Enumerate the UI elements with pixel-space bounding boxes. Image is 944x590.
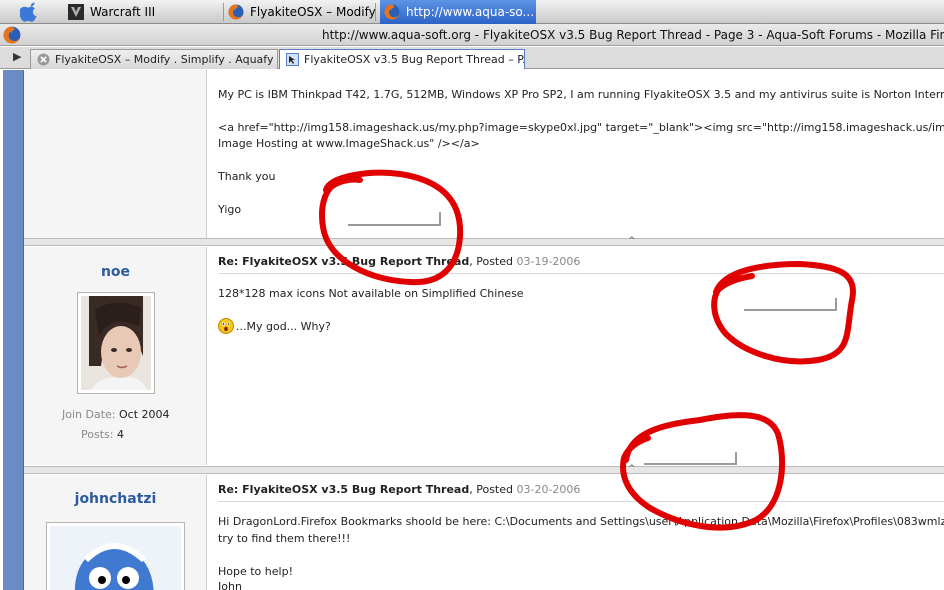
post-title-divider	[218, 501, 944, 502]
taskbar-item-flyakite[interactable]: FlyakiteOSX – Modify...	[224, 0, 376, 24]
user-panel: johnchatzi	[24, 475, 207, 590]
post-text-smiley-line: ...My god... Why?	[218, 318, 331, 334]
post-title-link[interactable]: Re: FlyakiteOSX v3.5 Bug Report Thread	[218, 483, 469, 496]
post-body: Re: FlyakiteOSX v3.5 Bug Report Thread, …	[218, 247, 944, 465]
tab-flyakite[interactable]: FlyakiteOSX – Modify . Simplify . Aquafy…	[30, 49, 278, 69]
post-text: Yigo	[218, 203, 242, 216]
join-date: Join Date: Oct 2004	[62, 408, 170, 421]
aquasoft-favicon-icon	[286, 53, 299, 66]
firefox-icon	[228, 4, 244, 20]
post-divider: ^	[24, 236, 944, 246]
warcraft-icon	[68, 4, 84, 20]
post-title-link[interactable]: Re: FlyakiteOSX v3.5 Bug Report Thread	[218, 255, 469, 268]
close-tab-icon[interactable]	[37, 53, 50, 66]
scroll-top-icon[interactable]: ^	[628, 464, 636, 474]
post-divider: ^	[24, 464, 944, 474]
taskbar-item-label: FlyakiteOSX – Modify...	[250, 5, 376, 19]
shocked-smiley-icon	[218, 318, 234, 334]
post-text: Hope to help!	[218, 565, 293, 578]
forum-post: My PC is IBM Thinkpad T42, 1.7G, 512MB, …	[24, 70, 944, 238]
window-title: http://www.aqua-soft.org - FlyakiteOSX v…	[322, 28, 944, 42]
os-taskbar: Warcraft III FlyakiteOSX – Modify... htt…	[0, 0, 944, 24]
tab-bug-report[interactable]: FlyakiteOSX v3.5 Bug Report Thread – P..…	[279, 49, 525, 69]
firefox-icon[interactable]	[3, 26, 21, 44]
post-body: My PC is IBM Thinkpad T42, 1.7G, 512MB, …	[218, 70, 944, 238]
forum-post: noe Join Date: Oct 2004 Posts: 4 Re: Fly…	[24, 247, 944, 465]
post-title-divider	[218, 273, 944, 274]
taskbar-item-aquasoft[interactable]: http://www.aqua-so...	[380, 0, 536, 24]
taskbar-item-label: Warcraft III	[90, 5, 156, 19]
tab-label: FlyakiteOSX v3.5 Bug Report Thread – P..…	[304, 53, 525, 66]
taskbar-item-label: http://www.aqua-so...	[406, 5, 535, 19]
post-text: Image Hosting at www.ImageShack.us" /></…	[218, 137, 480, 150]
post-text: Thank you	[218, 170, 276, 183]
post-text: Hi DragonLord.Firefox Bookmarks shoold b…	[218, 515, 944, 528]
apple-icon[interactable]	[20, 2, 40, 22]
page-content: My PC is IBM Thinkpad T42, 1.7G, 512MB, …	[0, 70, 944, 590]
window-titlebar: http://www.aqua-soft.org - FlyakiteOSX v…	[0, 24, 944, 46]
post-body: Re: FlyakiteOSX v3.5 Bug Report Thread, …	[218, 475, 944, 590]
firefox-icon	[384, 4, 400, 20]
scroll-top-icon[interactable]: ^	[628, 236, 636, 246]
post-title: Re: FlyakiteOSX v3.5 Bug Report Thread, …	[218, 255, 581, 268]
post-date: 03-19-2006	[516, 255, 581, 268]
tab-bar: ▶ FlyakiteOSX – Modify . Simplify . Aqua…	[0, 47, 944, 69]
post-text: 128*128 max icons Not available on Simpl…	[218, 287, 524, 300]
user-panel: noe Join Date: Oct 2004 Posts: 4	[24, 247, 207, 465]
post-title: Re: FlyakiteOSX v3.5 Bug Report Thread, …	[218, 483, 581, 496]
username[interactable]: johnchatzi	[24, 491, 207, 507]
taskbar-item-warcraft[interactable]: Warcraft III	[64, 0, 224, 24]
sidebar-strip	[3, 70, 24, 590]
post-count: Posts: 4	[81, 428, 124, 441]
post-date: 03-20-2006	[516, 483, 581, 496]
user-panel	[24, 70, 207, 238]
post-text: <a href="http://img158.imageshack.us/my.…	[218, 121, 944, 134]
forum-post: johnchatzi Re: FlyakiteOSX v3.5 Bug Repo…	[24, 475, 944, 590]
avatar	[77, 292, 155, 394]
tab-label: FlyakiteOSX – Modify . Simplify . Aquafy…	[55, 53, 278, 66]
avatar-photo	[81, 296, 151, 390]
tab-list-arrow-icon[interactable]: ▶	[13, 50, 21, 63]
avatar-cartoon	[50, 526, 181, 590]
post-text: try to find them there!!!	[218, 532, 351, 545]
post-text: My PC is IBM Thinkpad T42, 1.7G, 512MB, …	[218, 88, 944, 101]
username[interactable]: noe	[24, 264, 207, 280]
post-text: John	[218, 580, 242, 590]
avatar	[46, 522, 185, 590]
